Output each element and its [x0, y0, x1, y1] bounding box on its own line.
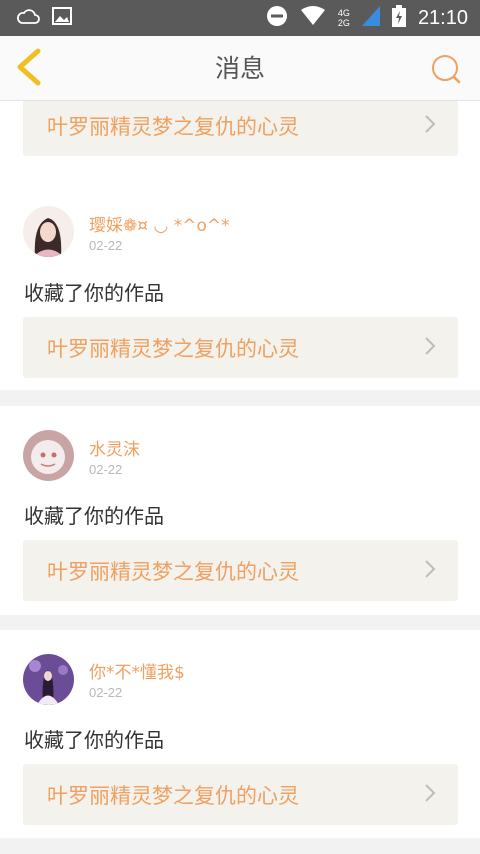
message-action: 收藏了你的作品 [24, 728, 164, 752]
message-card: 你*不*懂我$ 02-22 收藏了你的作品 叶罗丽精灵梦之复仇的心灵 [0, 630, 480, 838]
work-link[interactable]: 叶罗丽精灵梦之复仇的心灵 [23, 540, 458, 601]
signal-icon [361, 6, 380, 30]
avatar[interactable] [23, 206, 74, 257]
message-date: 02-22 [89, 685, 123, 700]
battery-icon [391, 5, 406, 31]
message-card: 水灵沫 02-22 收藏了你的作品 叶罗丽精灵梦之复仇的心灵 [0, 406, 480, 615]
search-button[interactable] [430, 53, 462, 85]
wifi-icon [300, 6, 326, 30]
dnd-icon [266, 5, 288, 31]
network-type: 4G 2G [337, 8, 350, 28]
work-link[interactable]: 叶罗丽精灵梦之复仇的心灵 [23, 101, 458, 156]
search-icon [430, 55, 462, 89]
chevron-right-icon [424, 559, 436, 583]
username[interactable]: 你*不*懂我$ [89, 658, 185, 683]
work-title: 叶罗丽精灵梦之复仇的心灵 [47, 114, 299, 139]
clock: 21:10 [417, 6, 468, 29]
username[interactable]: 水灵沫 [89, 435, 140, 460]
page-title: 消息 [214, 54, 265, 83]
message-date: 02-22 [89, 462, 123, 477]
avatar[interactable] [23, 430, 74, 481]
message-card: 璎婇❁¤ ◡ *^o^* 02-22 收藏了你的作品 叶罗丽精灵梦之复仇的心灵 [0, 183, 480, 390]
cloud-icon [16, 7, 40, 29]
message-date: 02-22 [89, 238, 123, 253]
message-action: 收藏了你的作品 [24, 281, 164, 305]
message-action: 收藏了你的作品 [24, 504, 164, 528]
chevron-right-icon [424, 336, 436, 360]
chevron-right-icon [424, 114, 436, 138]
work-link[interactable]: 叶罗丽精灵梦之复仇的心灵 [23, 764, 458, 825]
avatar[interactable] [23, 654, 74, 705]
work-title: 叶罗丽精灵梦之复仇的心灵 [47, 336, 299, 361]
work-title: 叶罗丽精灵梦之复仇的心灵 [47, 559, 299, 584]
message-list[interactable]: 叶罗丽精灵梦之复仇的心灵 璎婇❁¤ ◡ *^o^* 02-22 收藏了你的作品 … [0, 101, 480, 854]
username[interactable]: 璎婇❁¤ ◡ *^o^* [89, 211, 230, 236]
image-icon [52, 7, 72, 29]
chevron-right-icon [424, 783, 436, 807]
work-title: 叶罗丽精灵梦之复仇的心灵 [47, 783, 299, 808]
status-bar: 4G 2G 21:10 [0, 0, 480, 36]
app-header: 消息 [0, 36, 480, 101]
work-link[interactable]: 叶罗丽精灵梦之复仇的心灵 [23, 317, 458, 378]
message-card: 叶罗丽精灵梦之复仇的心灵 [0, 101, 480, 183]
